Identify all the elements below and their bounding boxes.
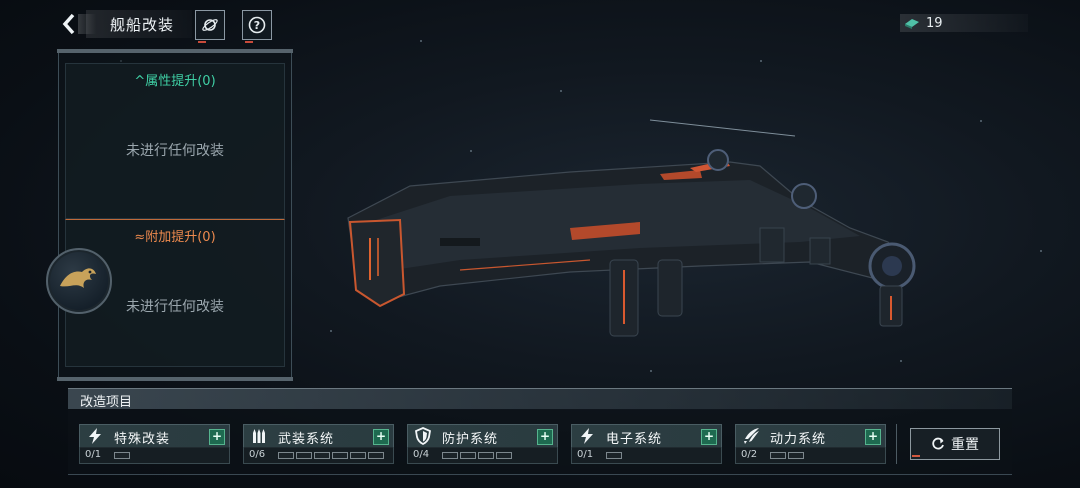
- planet-button[interactable]: [195, 10, 225, 43]
- mod-card-special[interactable]: 特殊改装 + 0/1: [79, 424, 230, 464]
- top-bar: 舰船改装 ? 19: [0, 0, 1080, 48]
- slot: [770, 452, 786, 459]
- attribute-empty-text: 未进行任何改装: [126, 143, 224, 159]
- reset-button[interactable]: 重置: [910, 428, 1000, 460]
- mod-card-head: 防护系统 +: [407, 424, 558, 448]
- slot: [606, 452, 622, 459]
- question-icon: ?: [248, 16, 266, 34]
- slot: [478, 452, 494, 459]
- attribute-section: ^属性提升(0) 未进行任何改装: [65, 63, 285, 219]
- slot: [460, 452, 476, 459]
- attribute-title-text: 属性提升(0): [145, 74, 216, 89]
- slot: [788, 452, 804, 459]
- add-button[interactable]: +: [537, 429, 553, 445]
- back-button[interactable]: [58, 12, 96, 36]
- bonus-title-text: 附加提升(0): [145, 230, 216, 245]
- mod-card-body: 0/2: [735, 447, 886, 464]
- slot: [350, 452, 366, 459]
- add-button[interactable]: +: [209, 429, 225, 445]
- shield-icon: [414, 427, 432, 445]
- mod-card-defense[interactable]: 防护系统 + 0/4: [407, 424, 558, 464]
- slot: [368, 452, 384, 459]
- mod-card-body: 0/6: [243, 447, 394, 464]
- add-button[interactable]: +: [701, 429, 717, 445]
- svg-text:?: ?: [254, 19, 260, 32]
- slot: [314, 452, 330, 459]
- mod-card-propulsion[interactable]: 动力系统 + 0/2: [735, 424, 886, 464]
- lightning-icon: [89, 428, 101, 444]
- slot-bar: [278, 452, 384, 459]
- chevron-up-icon: ^: [134, 74, 146, 89]
- ship-model: [347, 119, 916, 337]
- mod-count: 0/6: [249, 449, 266, 460]
- slot: [496, 452, 512, 459]
- mod-card-electronics[interactable]: 电子系统 + 0/1: [571, 424, 722, 464]
- star: [980, 120, 982, 122]
- help-button[interactable]: ?: [242, 10, 272, 43]
- page-title: 舰船改装: [110, 16, 175, 34]
- currency-display: 19: [900, 14, 1028, 32]
- mod-card-weapons[interactable]: 武装系统 + 0/6: [243, 424, 394, 464]
- mod-label: 防护系统: [442, 432, 499, 447]
- modification-title: 改造项目: [80, 395, 133, 410]
- ammo-icon: [253, 429, 265, 443]
- bird-icon: [60, 268, 96, 288]
- star: [330, 330, 332, 332]
- mod-count: 0/1: [85, 449, 102, 460]
- faction-emblem[interactable]: [46, 248, 112, 314]
- mod-card-body: 0/1: [79, 447, 230, 464]
- mod-card-head: 特殊改装 +: [79, 424, 230, 448]
- lightning-icon: [581, 428, 593, 444]
- slot: [296, 452, 312, 459]
- mod-card-head: 电子系统 +: [571, 424, 722, 448]
- mod-card-head: 动力系统 +: [735, 424, 886, 448]
- mod-card-head: 武装系统 +: [243, 424, 394, 448]
- button-accent: [198, 41, 206, 43]
- thruster-icon: [744, 428, 759, 444]
- slot: [114, 452, 130, 459]
- modification-header: 改造项目: [68, 388, 1012, 410]
- mod-count: 0/2: [741, 449, 758, 460]
- star: [560, 90, 562, 92]
- slot: [442, 452, 458, 459]
- mod-label: 特殊改装: [114, 432, 171, 447]
- divider: [896, 424, 897, 464]
- slot-bar: [606, 452, 622, 459]
- mod-label: 动力系统: [770, 432, 827, 447]
- mod-label: 电子系统: [606, 432, 663, 447]
- button-accent: [912, 455, 920, 457]
- slot-bar: [114, 452, 130, 459]
- currency-value: 19: [926, 15, 943, 31]
- slot-bar: [442, 452, 512, 459]
- star: [760, 60, 762, 62]
- mod-label: 武装系统: [278, 432, 335, 447]
- attribute-title[interactable]: ^属性提升(0): [66, 70, 284, 89]
- mod-card-body: 0/1: [571, 447, 722, 464]
- bonus-title[interactable]: ≈附加提升(0): [66, 226, 284, 245]
- button-accent: [245, 41, 253, 43]
- star: [1040, 250, 1042, 252]
- chip-icon: [905, 19, 919, 29]
- star: [650, 370, 652, 372]
- chevron-left-icon: [62, 13, 75, 35]
- stats-panel: ^属性提升(0) 未进行任何改装 ≈附加提升(0) 未进行任何改装: [57, 49, 293, 381]
- mod-card-body: 0/4: [407, 447, 558, 464]
- mod-count: 0/1: [577, 449, 594, 460]
- refresh-icon: [932, 437, 944, 450]
- slot: [278, 452, 294, 459]
- mod-count: 0/4: [413, 449, 430, 460]
- slot: [332, 452, 348, 459]
- star: [900, 360, 902, 362]
- planet-icon: [202, 19, 218, 31]
- slot-bar: [770, 452, 804, 459]
- add-button[interactable]: +: [373, 429, 389, 445]
- add-button[interactable]: +: [865, 429, 881, 445]
- reset-label: 重置: [951, 437, 979, 453]
- double-chevron-up-icon: ≈: [134, 230, 146, 245]
